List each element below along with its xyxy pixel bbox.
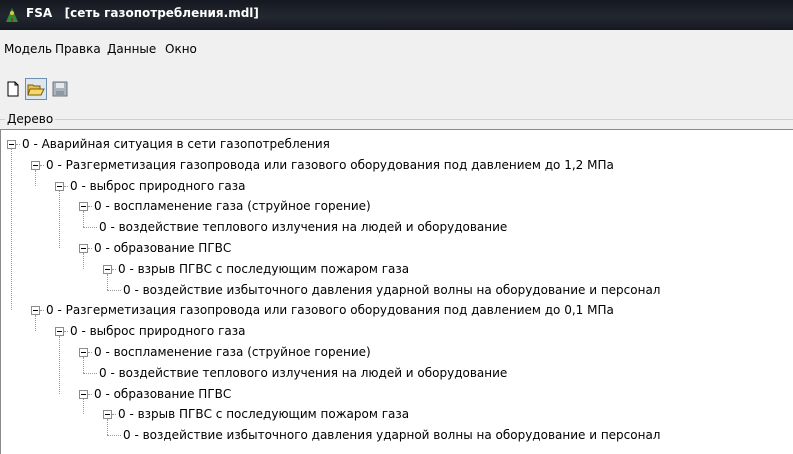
tree-collapse-toggle[interactable] [31, 160, 40, 170]
tree-leaf-connector [107, 289, 121, 291]
tree-collapse-toggle[interactable] [79, 348, 88, 357]
tree-group-label: Дерево [5, 112, 56, 126]
tree-collapse-toggle[interactable] [79, 244, 88, 253]
tree-stub-line [88, 393, 92, 395]
new-document-button[interactable] [2, 78, 24, 100]
tree-view[interactable]: 0 - Аварийная ситуация в сети газопотреб… [0, 129, 793, 454]
tree-node-label[interactable]: 0 - Аварийная ситуация в сети газопотреб… [22, 134, 330, 154]
tree-connector-line [107, 273, 108, 290]
title-bar: FSA [сеть газопотребления.mdl] [0, 0, 793, 30]
tree-stub-line [16, 144, 20, 145]
tree-connector-line [83, 357, 84, 373]
tree-node-label[interactable]: 0 - воздействие избыточного давления уда… [123, 280, 660, 300]
app-tree-icon [6, 8, 18, 22]
tree-connector-line [35, 169, 36, 186]
tree-node-label[interactable]: 0 - воздействие теплового излучения на л… [99, 217, 507, 237]
tree-node-label[interactable]: 0 - взрыв ПГВС с последующим пожаром газ… [118, 259, 409, 279]
tree-node-label[interactable]: 0 - воздействие теплового излучения на л… [99, 363, 507, 383]
tree-stub-line [88, 352, 92, 353]
tree-connector-line [83, 253, 84, 269]
window-title: FSA [сеть газопотребления.mdl] [26, 6, 259, 20]
tree-stub-line [88, 248, 92, 249]
tree-connector-line [83, 398, 84, 415]
tree-stub-line [40, 164, 44, 166]
menu-data[interactable]: Данные [107, 42, 156, 56]
tree-stub-line [112, 414, 116, 416]
tree-connector-line [59, 190, 60, 248]
tree-leaf-connector [83, 372, 97, 374]
tree-connector-line [59, 336, 60, 394]
tree-node-label[interactable]: 0 - Разгерметизация газопровода или газо… [46, 155, 614, 175]
tree-node-label[interactable]: 0 - взрыв ПГВС с последующим пожаром газ… [118, 404, 409, 424]
save-button[interactable] [49, 78, 71, 100]
tree-connector-line [83, 211, 84, 228]
tree-node-label[interactable]: 0 - воздействие избыточного давления уда… [123, 425, 660, 445]
tree-node-label[interactable]: 0 - образование ПГВС [94, 238, 231, 258]
menu-model[interactable]: Модель [4, 42, 52, 56]
tree-connector-line [35, 315, 36, 332]
tree-node-label[interactable]: 0 - воспламенение газа (струйное горение… [94, 196, 371, 216]
tree-collapse-toggle[interactable] [79, 202, 88, 212]
menu-window[interactable]: Окно [165, 42, 197, 56]
open-folder-icon [27, 84, 45, 96]
tree-stub-line [88, 206, 92, 208]
tree-connector-line [107, 419, 108, 436]
open-folder-button[interactable] [25, 78, 47, 100]
tree-collapse-toggle[interactable] [103, 264, 112, 274]
toolbar [0, 78, 793, 106]
tree-stub-line [112, 268, 116, 270]
tree-stub-line [64, 185, 68, 187]
tree-node-label[interactable]: 0 - выброс природного газа [70, 176, 245, 196]
tree-collapse-toggle[interactable] [79, 389, 88, 399]
tree-collapse-toggle[interactable] [31, 306, 40, 316]
tree-node-label[interactable]: 0 - воспламенение газа (струйное горение… [94, 342, 371, 362]
tree-stub-line [40, 310, 44, 312]
menu-edit[interactable]: Правка [55, 42, 101, 56]
save-disk-icon [52, 81, 68, 97]
tree-connector-line [11, 149, 12, 311]
tree-collapse-toggle[interactable] [103, 410, 112, 420]
tree-node-label[interactable]: 0 - Разгерметизация газопровода или газо… [46, 300, 614, 320]
tree-collapse-toggle[interactable] [55, 327, 64, 337]
tree-leaf-connector [83, 227, 97, 229]
tree-collapse-toggle[interactable] [7, 140, 16, 149]
new-document-icon [7, 81, 19, 97]
tree-node-label[interactable]: 0 - образование ПГВС [94, 384, 231, 404]
group-divider [0, 119, 793, 120]
tree-node-label[interactable]: 0 - выброс природного газа [70, 321, 245, 341]
tree-collapse-toggle[interactable] [55, 181, 64, 191]
tree-leaf-connector [107, 435, 121, 437]
tree-stub-line [64, 331, 68, 333]
